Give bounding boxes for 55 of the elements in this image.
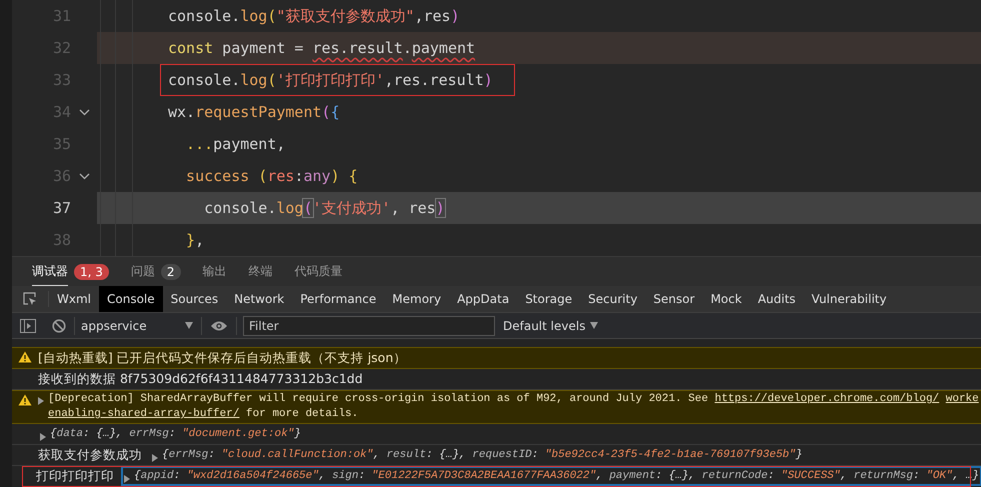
caret-icon <box>590 322 598 329</box>
devtools-tab[interactable]: AppData <box>449 286 518 312</box>
panel-tab[interactable]: 输出 <box>202 257 227 286</box>
code-line: const payment = res.result.payment <box>168 39 476 57</box>
link[interactable]: worke <box>946 393 979 405</box>
context-select[interactable]: appservice <box>75 314 201 336</box>
object-preview[interactable]: {errMsg: "cloud.callFunction:ok", result: {…}, requestID: "b5e92cc4-23f5-4fe2-b1ae-769107f93e5b"} <box>162 446 802 464</box>
warning-icon <box>18 351 32 363</box>
chevron-icon[interactable] <box>78 172 90 180</box>
devtools-tab[interactable]: Security <box>580 286 646 312</box>
devtools-tab[interactable]: Audits <box>750 286 804 312</box>
filter-field[interactable]: Filter <box>243 316 495 336</box>
link[interactable]: https://developer.chrome.com/blog/ <box>714 393 940 405</box>
levels-dropdown[interactable]: Default levels <box>497 318 604 334</box>
code-line: ...payment, <box>185 135 286 153</box>
devtools-tab[interactable]: Wxml <box>49 286 99 312</box>
link[interactable]: enabling-shared-array-buffer/ <box>48 408 240 420</box>
expand-icon[interactable] <box>124 474 130 482</box>
caret-icon <box>185 322 193 329</box>
devtools-tab[interactable]: Console <box>99 286 163 312</box>
expand-icon[interactable] <box>152 454 158 462</box>
count-badge: 2 <box>160 264 181 280</box>
code-line: console.log('打印打印打印',res.result) <box>168 71 493 89</box>
log-label: 打印打印打印 <box>36 467 114 485</box>
warning-icon <box>18 394 32 406</box>
devtools-tab[interactable]: Sensor <box>645 286 703 312</box>
panel-tab[interactable]: 代码质量 <box>294 257 343 286</box>
panel-tab[interactable]: 终端 <box>248 257 273 286</box>
expand-icon[interactable] <box>38 397 44 405</box>
code-line: }, <box>185 231 204 249</box>
line-number: 37 <box>52 199 71 217</box>
object-preview[interactable]: {data: {…}, errMsg: "document.get:ok"} <box>50 425 301 443</box>
expand-icon[interactable] <box>40 432 46 440</box>
devtools-tab[interactable]: Storage <box>517 286 580 312</box>
chevron-icon[interactable] <box>78 108 90 116</box>
code-line: console.log('支付成功', res) <box>203 198 445 218</box>
devtools-tab[interactable]: Sources <box>162 286 226 312</box>
devtools-tab[interactable]: Vulnerability <box>804 286 895 312</box>
count-badge: 1, 3 <box>74 264 109 280</box>
code-line: success (res:any) { <box>185 167 358 185</box>
devtools-tab[interactable]: Memory <box>384 286 450 312</box>
code-line: console.log("获取支付参数成功",res) <box>168 6 460 26</box>
log-message: [自动热重载] 已开启代码文件保存后自动热重载（不支持 json） <box>38 349 406 367</box>
inspect-icon[interactable] <box>22 291 38 307</box>
clear-icon[interactable] <box>52 318 66 332</box>
log-label: 获取支付参数成功 <box>38 446 142 464</box>
code-line: wx.requestPayment({ <box>168 103 340 121</box>
devtools-tab[interactable]: Mock <box>702 286 750 312</box>
devtools-tab[interactable]: Network <box>226 286 292 312</box>
sidebar-toggle-icon[interactable] <box>20 318 36 332</box>
eye-icon[interactable] <box>210 320 228 332</box>
log-message: [Deprecation] SharedArrayBuffer will require cross-origin isolation as of M92, around July 2021. See https://developer.chrome.com/blog/ worke enabling-shared-array-buffer/ for more details. <box>48 392 979 422</box>
devtools-tab[interactable]: Performance <box>292 286 384 312</box>
panel-tab[interactable]: 问题 <box>130 257 155 286</box>
log-message: 接收到的数据 8f75309d62f6f4311484773312b3c1dd <box>38 370 363 388</box>
